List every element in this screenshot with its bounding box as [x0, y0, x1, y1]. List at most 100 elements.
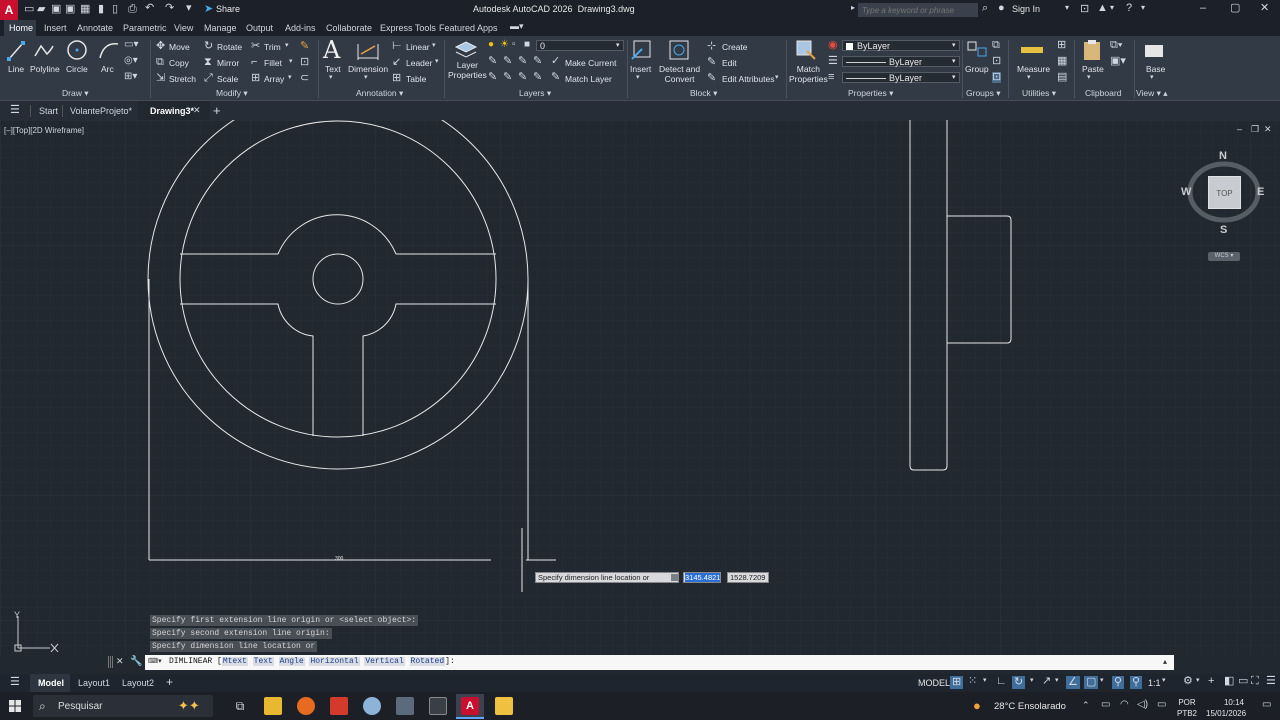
customize-status-icon[interactable]: ☰	[1266, 676, 1276, 687]
chevron-down-icon[interactable]: ▾	[1087, 74, 1091, 81]
paste-button[interactable]: Paste	[1082, 64, 1104, 74]
isodraft-icon[interactable]: ↗	[1042, 676, 1051, 687]
layer-tool-icon[interactable]: ✎	[503, 56, 512, 67]
new-tab-icon[interactable]: +	[213, 104, 221, 117]
array-button[interactable]: Array	[264, 74, 284, 84]
layer-dropdown[interactable]: 0 ▾	[536, 40, 624, 51]
layout-menu-icon[interactable]: ☰	[10, 677, 20, 688]
search-input[interactable]	[858, 3, 978, 17]
recent-commands-icon[interactable]: ⌨▾	[148, 658, 162, 665]
trim-button[interactable]: Trim	[264, 42, 281, 52]
create-button[interactable]: Create	[722, 42, 748, 52]
dynamic-input-value-2[interactable]: 1528.7209	[727, 572, 769, 583]
compass-south[interactable]: S	[1220, 225, 1227, 236]
offset-icon[interactable]: ⊂	[300, 73, 309, 84]
object-snap-tracking-icon[interactable]: ∠	[1066, 676, 1080, 689]
viewcube[interactable]: N S W E TOP	[1181, 148, 1268, 248]
base-button[interactable]: Base	[1146, 64, 1165, 74]
layer-tool-icon[interactable]: ✎	[518, 56, 527, 67]
layer-tool-icon[interactable]: ✎	[518, 72, 527, 83]
search-icon[interactable]: ⌕	[982, 3, 988, 14]
chevron-down-icon[interactable]: ▾	[636, 74, 640, 81]
isolate-objects-icon[interactable]: ◧	[1224, 676, 1234, 687]
circle-button[interactable]: Circle	[66, 64, 88, 74]
chevron-down-icon[interactable]: ▾	[1027, 74, 1031, 81]
linear-button[interactable]: Linear	[406, 42, 430, 52]
maximize-icon[interactable]: ▢	[1230, 3, 1240, 14]
save-web-icon[interactable]: ▯	[112, 4, 118, 15]
snap-mode-icon[interactable]: ⁙	[968, 676, 977, 687]
command-history-toggle-icon[interactable]: ▴	[1163, 658, 1167, 666]
text-button[interactable]: Text	[325, 64, 341, 74]
chevron-down-icon[interactable]: ▾	[1110, 4, 1114, 12]
match-layer-button[interactable]: Match Layer	[565, 74, 612, 84]
chevron-down-icon[interactable]: ▾	[1150, 74, 1154, 81]
dimension-button[interactable]: Dimension	[348, 64, 388, 74]
move-button[interactable]: Move	[169, 42, 190, 52]
table-button[interactable]: Table	[406, 74, 426, 84]
insert-button[interactable]: Insert	[630, 64, 651, 74]
tab-annotate[interactable]: Annotate	[77, 24, 113, 33]
add-icon[interactable]: +	[1208, 676, 1214, 687]
redo-icon[interactable]: ↷	[165, 3, 174, 14]
layer-tool-icon[interactable]: ✎	[488, 72, 497, 83]
tab-drawing3[interactable]: Drawing3*	[150, 107, 194, 116]
notepad-app-icon[interactable]	[429, 697, 447, 715]
rotate-button[interactable]: Rotate	[217, 42, 242, 52]
circle-icon[interactable]	[66, 39, 88, 61]
stretch-button[interactable]: Stretch	[169, 74, 196, 84]
edit-button[interactable]: Edit	[722, 58, 737, 68]
option-text[interactable]: Text	[252, 657, 274, 666]
auto-scale-icon[interactable]: ⚲	[1130, 676, 1143, 689]
polyline-button[interactable]: Polyline	[30, 64, 60, 74]
notifications-icon[interactable]: ▭	[1262, 700, 1271, 710]
ortho-icon[interactable]: ∟	[996, 676, 1007, 687]
tab-collaborate[interactable]: Collaborate	[326, 24, 372, 33]
properties-panel-label[interactable]: Properties ▾	[848, 88, 893, 99]
show-hidden-icons[interactable]: ⌃	[1082, 701, 1090, 710]
taskbar-search-box[interactable]: ⌕ Pesquisar ✦✦	[33, 695, 213, 717]
print-icon[interactable]: ⎙	[128, 4, 137, 15]
tab-manage[interactable]: Manage	[204, 24, 237, 33]
annotation-scale[interactable]: 1:1	[1148, 679, 1161, 688]
quick-select-icon[interactable]: ⊞	[1057, 40, 1066, 51]
line-button[interactable]: Line	[8, 64, 24, 74]
layer-tool-icon[interactable]: ✎	[503, 72, 512, 83]
clipboard-panel-label[interactable]: Clipboard	[1085, 88, 1121, 98]
web-icon[interactable]: ▦	[80, 4, 90, 15]
performance-icon[interactable]: ▭	[1238, 676, 1248, 687]
cut-icon[interactable]: ▣▾	[1110, 56, 1126, 67]
tab-layout2[interactable]: Layout2	[122, 679, 154, 688]
chevron-down-icon[interactable]: ▾	[1055, 677, 1059, 684]
file-explorer-icon[interactable]	[264, 697, 282, 715]
dynamic-input-value-1[interactable]: 3145.4821	[683, 572, 721, 583]
layer-tool-icon[interactable]: ✎	[533, 72, 542, 83]
hatch-icon[interactable]: ◎▾	[124, 56, 138, 66]
annotation-panel-label[interactable]: Annotation ▾	[356, 88, 403, 99]
calculator-icon[interactable]: ▦	[1057, 56, 1067, 67]
tab-layout1[interactable]: Layout1	[78, 679, 110, 688]
ungroup-icon[interactable]: ⧉	[992, 40, 1000, 51]
app-browser-icon[interactable]	[363, 697, 381, 715]
utilities-panel-label[interactable]: Utilities ▾	[1022, 88, 1056, 99]
command-input[interactable]: DIMLINEAR [Mtext Text Angle Horizontal V…	[169, 657, 455, 666]
steering-wheel-side-view[interactable]	[909, 120, 1012, 471]
lineweight-dropdown[interactable]: ByLayer ▾	[842, 72, 960, 83]
wifi-icon[interactable]: ◠	[1120, 700, 1129, 710]
compass-north[interactable]: N	[1219, 151, 1227, 162]
calculator-app-icon[interactable]	[396, 697, 414, 715]
chevron-down-icon[interactable]: ▾	[1100, 677, 1104, 684]
chevron-down-icon[interactable]: ▾	[285, 42, 289, 49]
sign-in-button[interactable]: Sign In	[1012, 5, 1040, 14]
option-angle[interactable]: Angle	[278, 657, 305, 666]
close-icon[interactable]: ✕	[1260, 3, 1269, 14]
user-icon[interactable]: ●	[998, 3, 1005, 14]
tab-volanteprojeto[interactable]: VolanteProjeto*	[70, 107, 132, 116]
layers-panel-label[interactable]: Layers ▾	[519, 88, 551, 99]
clean-screen-icon[interactable]: ⛶	[1251, 676, 1259, 687]
make-current-button[interactable]: Make Current	[565, 58, 617, 68]
open-folder-icon[interactable]: ▰	[37, 4, 45, 15]
detect-convert-button[interactable]: Detect and Convert	[659, 64, 700, 84]
wcs-menu[interactable]: WCS ▾	[1208, 252, 1240, 261]
polyline-icon[interactable]	[33, 40, 55, 62]
